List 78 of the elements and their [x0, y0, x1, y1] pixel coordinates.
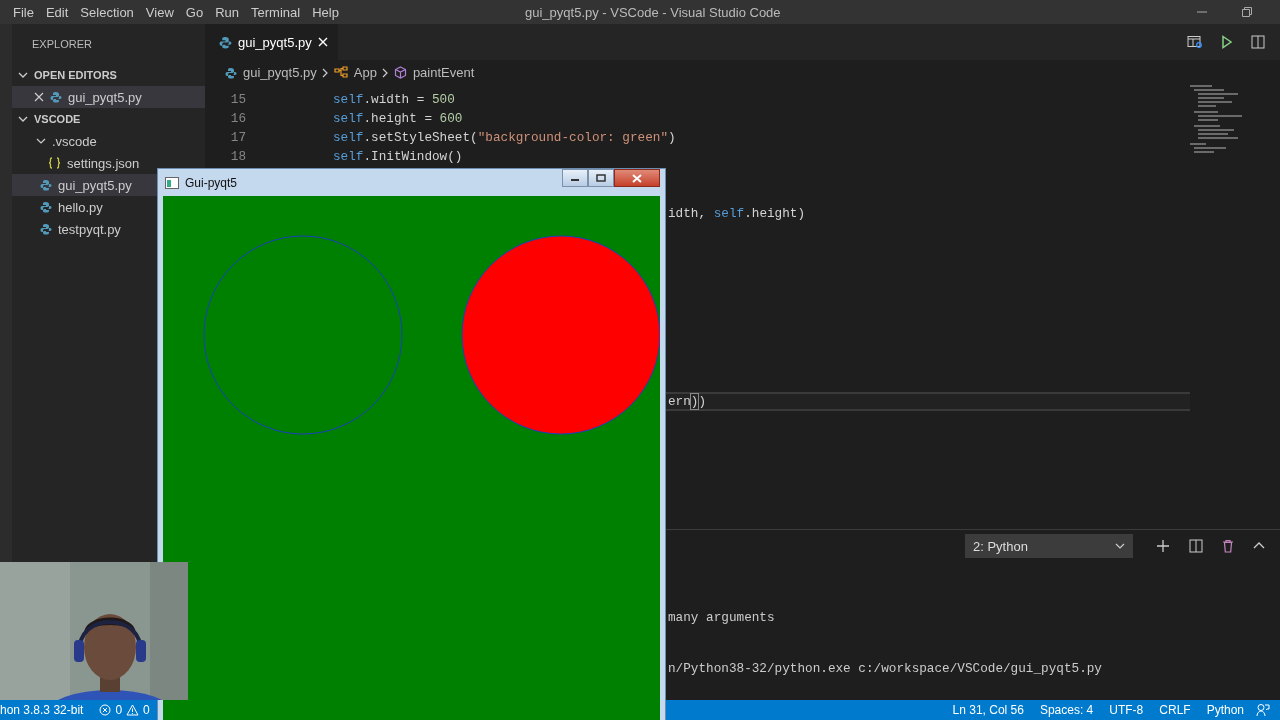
- app-window-title: Gui-pyqt5: [185, 175, 238, 190]
- chevron-icon: [18, 114, 28, 124]
- terminal-line: many arguments: [667, 609, 776, 626]
- section-header[interactable]: VSCODE: [12, 108, 205, 130]
- braces-icon: [48, 157, 61, 169]
- chevron-icon: [18, 70, 28, 80]
- code-line: self.width = 500: [333, 92, 455, 107]
- code-line: ern)): [668, 394, 707, 409]
- menu-item[interactable]: View: [139, 4, 180, 20]
- breadcrumb-item[interactable]: paintEvent: [393, 65, 475, 80]
- error-count: 0: [115, 703, 123, 717]
- explorer-item[interactable]: testpyqt.py: [12, 218, 157, 240]
- square-icon: [596, 174, 606, 182]
- explorer-item[interactable]: gui_pyqt5.py: [12, 86, 205, 108]
- plus-icon[interactable]: [1156, 539, 1170, 553]
- python-file-icon: [50, 91, 62, 103]
- terminal-dropdown[interactable]: 2: Python: [965, 534, 1133, 558]
- menu-item[interactable]: Run: [209, 4, 245, 20]
- code-line: idth, self.height): [668, 206, 806, 221]
- line-number: 17: [229, 130, 246, 145]
- chevron-up-icon[interactable]: [1253, 541, 1265, 551]
- line-number: 18: [229, 149, 246, 164]
- run-icon[interactable]: [1221, 35, 1233, 49]
- code-line: self.height = 600: [333, 111, 463, 126]
- chevron-icon: [381, 67, 389, 78]
- split-terminal-icon[interactable]: [1189, 539, 1203, 553]
- class-icon: [333, 66, 348, 79]
- editor-tab[interactable]: gui_pyqt5.py: [205, 24, 338, 60]
- menu-item[interactable]: Terminal: [245, 4, 307, 20]
- terminal-line: n/Python38-32/python.exe c:/workspace/VSCode/gui_pyqt5.py: [667, 660, 1103, 677]
- python-file-icon: [225, 66, 237, 79]
- line-number: 15: [229, 92, 246, 107]
- python-file-icon: [40, 179, 52, 191]
- code-line: self.InitWindow(): [333, 149, 463, 164]
- chevron-icon: [1115, 541, 1125, 551]
- chevron-icon: [36, 136, 46, 146]
- explorer-item[interactable]: settings.json: [12, 152, 157, 174]
- warning-icon: [126, 704, 140, 716]
- python-file-icon: [40, 223, 52, 235]
- line-number: 16: [229, 111, 246, 126]
- section-header[interactable]: OPEN EDITORS: [12, 64, 205, 86]
- python-file-icon: [40, 201, 52, 213]
- menu-item[interactable]: File: [7, 4, 40, 20]
- feedback-icon[interactable]: [1256, 703, 1270, 717]
- restore-icon[interactable]: [1241, 6, 1253, 18]
- menu-item[interactable]: Help: [306, 4, 345, 20]
- close-icon: [632, 173, 642, 183]
- trash-icon[interactable]: [1222, 539, 1234, 553]
- close-icon[interactable]: [34, 92, 44, 102]
- warning-count: 0: [143, 703, 150, 717]
- preview-icon[interactable]: [1187, 35, 1203, 49]
- error-icon: [99, 704, 112, 716]
- close-button[interactable]: [614, 169, 660, 187]
- menu-item[interactable]: Go: [179, 4, 210, 20]
- python-file-icon: [219, 35, 232, 49]
- explorer-item[interactable]: .vscode: [12, 130, 157, 152]
- chevron-icon: [321, 67, 329, 78]
- status-item[interactable]: CRLF: [1151, 703, 1199, 717]
- explorer-item[interactable]: hello.py: [12, 196, 157, 218]
- minimize-button[interactable]: [562, 169, 588, 187]
- interpreter-status[interactable]: hon 3.8.3 32-bit: [0, 703, 92, 717]
- menu-item[interactable]: Selection: [74, 4, 140, 20]
- status-item[interactable]: Ln 31, Col 56: [944, 703, 1032, 717]
- explorer-item[interactable]: gui_pyqt5.py: [12, 174, 157, 196]
- status-item[interactable]: Spaces: 4: [1031, 703, 1102, 717]
- app-icon: [165, 176, 179, 189]
- breadcrumb-item[interactable]: gui_pyqt5.py: [225, 65, 317, 80]
- split-editor-icon[interactable]: [1251, 35, 1265, 49]
- maximize-button[interactable]: [588, 169, 614, 187]
- code-line: self.setStyleSheet("background-color: green"): [333, 130, 676, 145]
- problems-status[interactable]: 0 0: [91, 703, 158, 717]
- window-title: gui_pyqt5.py - VSCode - Visual Studio Code: [525, 4, 781, 20]
- breadcrumb-item[interactable]: App: [333, 65, 377, 80]
- status-item[interactable]: UTF-8: [1101, 703, 1152, 717]
- sidebar-title: EXPLORER: [31, 37, 93, 52]
- menu-item[interactable]: Edit: [39, 4, 75, 20]
- status-item[interactable]: Python: [1198, 703, 1252, 717]
- cube-icon: [393, 66, 407, 79]
